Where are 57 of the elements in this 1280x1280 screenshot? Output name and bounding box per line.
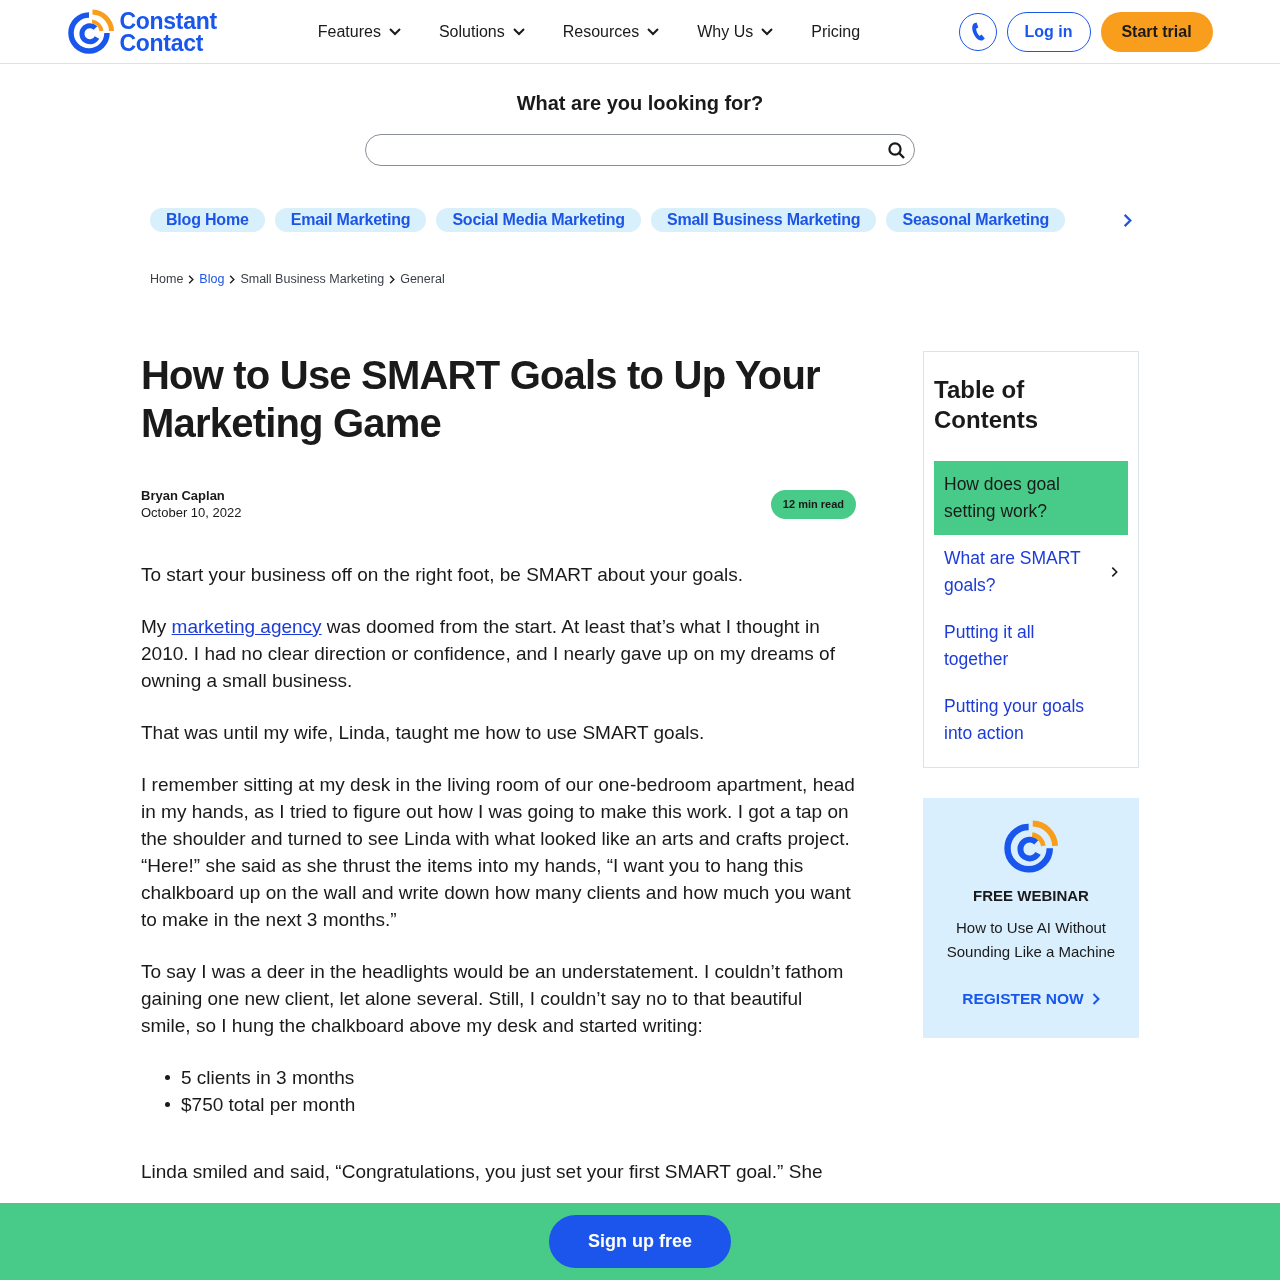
category-tag[interactable]: Small Business Marketing [650,208,877,232]
category-tag[interactable]: Email Marketing [274,208,427,232]
body-paragraph: To say I was a deer in the headlights would be an understatement. I couldn’t fathom gaining one new client, let alone several. Still, I couldn’t say no to that beautiful smile, so I hung the chalkboard above my desk and started writing: [141,960,845,1038]
article-title: How to Use SMART Goals to Up Your Marketing Game [141,352,821,447]
body-paragraph: I remember sitting at my desk in the living room of our one-bedroom apartment, head in my hands, as I tried to figure out how I was going to make this work. I got a tap on the shoulder and turned to see Linda with what looked like an arts and crafts project. “Here!” she said as she thrust the items into my hands, “I want you to hang this chalkboard up on the wall and write down how many clients and how much you want to make in the next 3 months.” [141,773,856,932]
bullet-icon [165,1075,170,1080]
author-name: Bryan Caplan [141,487,226,504]
chevron-down-icon [512,27,525,36]
bullet-icon [165,1102,170,1107]
text-link[interactable]: marketing agency [171,616,322,637]
chevron-right-icon [188,274,195,284]
phone-button[interactable] [958,12,997,51]
register-link[interactable]: REGISTER NOW [962,987,1100,1011]
search-heading: What are you looking for? [515,91,765,115]
read-time-badge: 12 min read [770,489,856,519]
toc-link[interactable]: How does goal setting work? [934,461,1128,535]
chevron-right-icon [1111,566,1118,578]
breadcrumb-link[interactable]: Blog [199,272,225,286]
breadcrumb-link[interactable]: Home [150,272,184,286]
publish-date: October 10, 2022 [141,504,242,521]
category-tag[interactable]: Blog Home [150,208,265,232]
chevron-right-icon [229,274,236,284]
chevron-right-icon [389,274,396,284]
breadcrumb-link[interactable]: General [400,272,445,286]
toc-link[interactable]: Putting your goals into action [934,683,1128,757]
toc-link[interactable]: What are SMART goals? [934,535,1128,609]
logo-icon [1004,820,1058,874]
nav-menu-link[interactable]: Why Us [697,19,774,44]
nav-menu-link[interactable]: Resources [562,19,660,44]
logo-icon [67,8,114,55]
body-paragraph: My marketing agency was doomed from the start. At least that’s what I thought in 2010. I had no clear direction or confidence, and I nearly gave up on my dreams of owning a small business. [141,615,836,693]
chevron-down-icon [388,27,401,36]
toc-title: Table of Contents [934,375,1039,435]
body-paragraph: That was until my wife, Linda, taught me how to use SMART goals. [141,721,706,745]
body-paragraph: Linda smiled and said, “Congratulations, you just set your first SMART goal.” She [141,1160,824,1184]
webinar-title: How to Use AI Without Sounding Like a Machine [945,918,1117,962]
chevron-right-icon [1091,991,1100,1006]
webinar-label: FREE WEBINAR [972,886,1090,906]
body-paragraph: To start your business off on the right foot, be SMART about your goals. [141,563,744,587]
list-item: 5 clients in 3 months [181,1066,355,1090]
nav-menu-link[interactable]: Features [317,19,401,44]
start-trial-button[interactable]: Start trial [1100,11,1213,52]
chevron-down-icon [647,27,660,36]
nav-menu-link[interactable]: Pricing [811,19,861,44]
login-button[interactable]: Log in [1006,11,1091,52]
list-item: $750 total per month [181,1093,356,1117]
logo-wordmark[interactable]: Constant Contact [119,9,217,54]
signup-button[interactable]: Sign up free [549,1215,731,1268]
toc-link[interactable]: Putting it all together [934,609,1128,683]
chevron-down-icon [761,27,774,36]
category-tag[interactable]: Social Media Marketing [436,208,641,232]
search-icon[interactable] [888,141,905,159]
breadcrumb-link[interactable]: Small Business Marketing [240,272,385,286]
phone-icon [969,21,986,42]
nav-menu-link[interactable]: Solutions [438,19,525,44]
chevron-right-icon[interactable] [1123,212,1132,228]
category-tag[interactable]: Seasonal Marketing [886,208,1066,232]
